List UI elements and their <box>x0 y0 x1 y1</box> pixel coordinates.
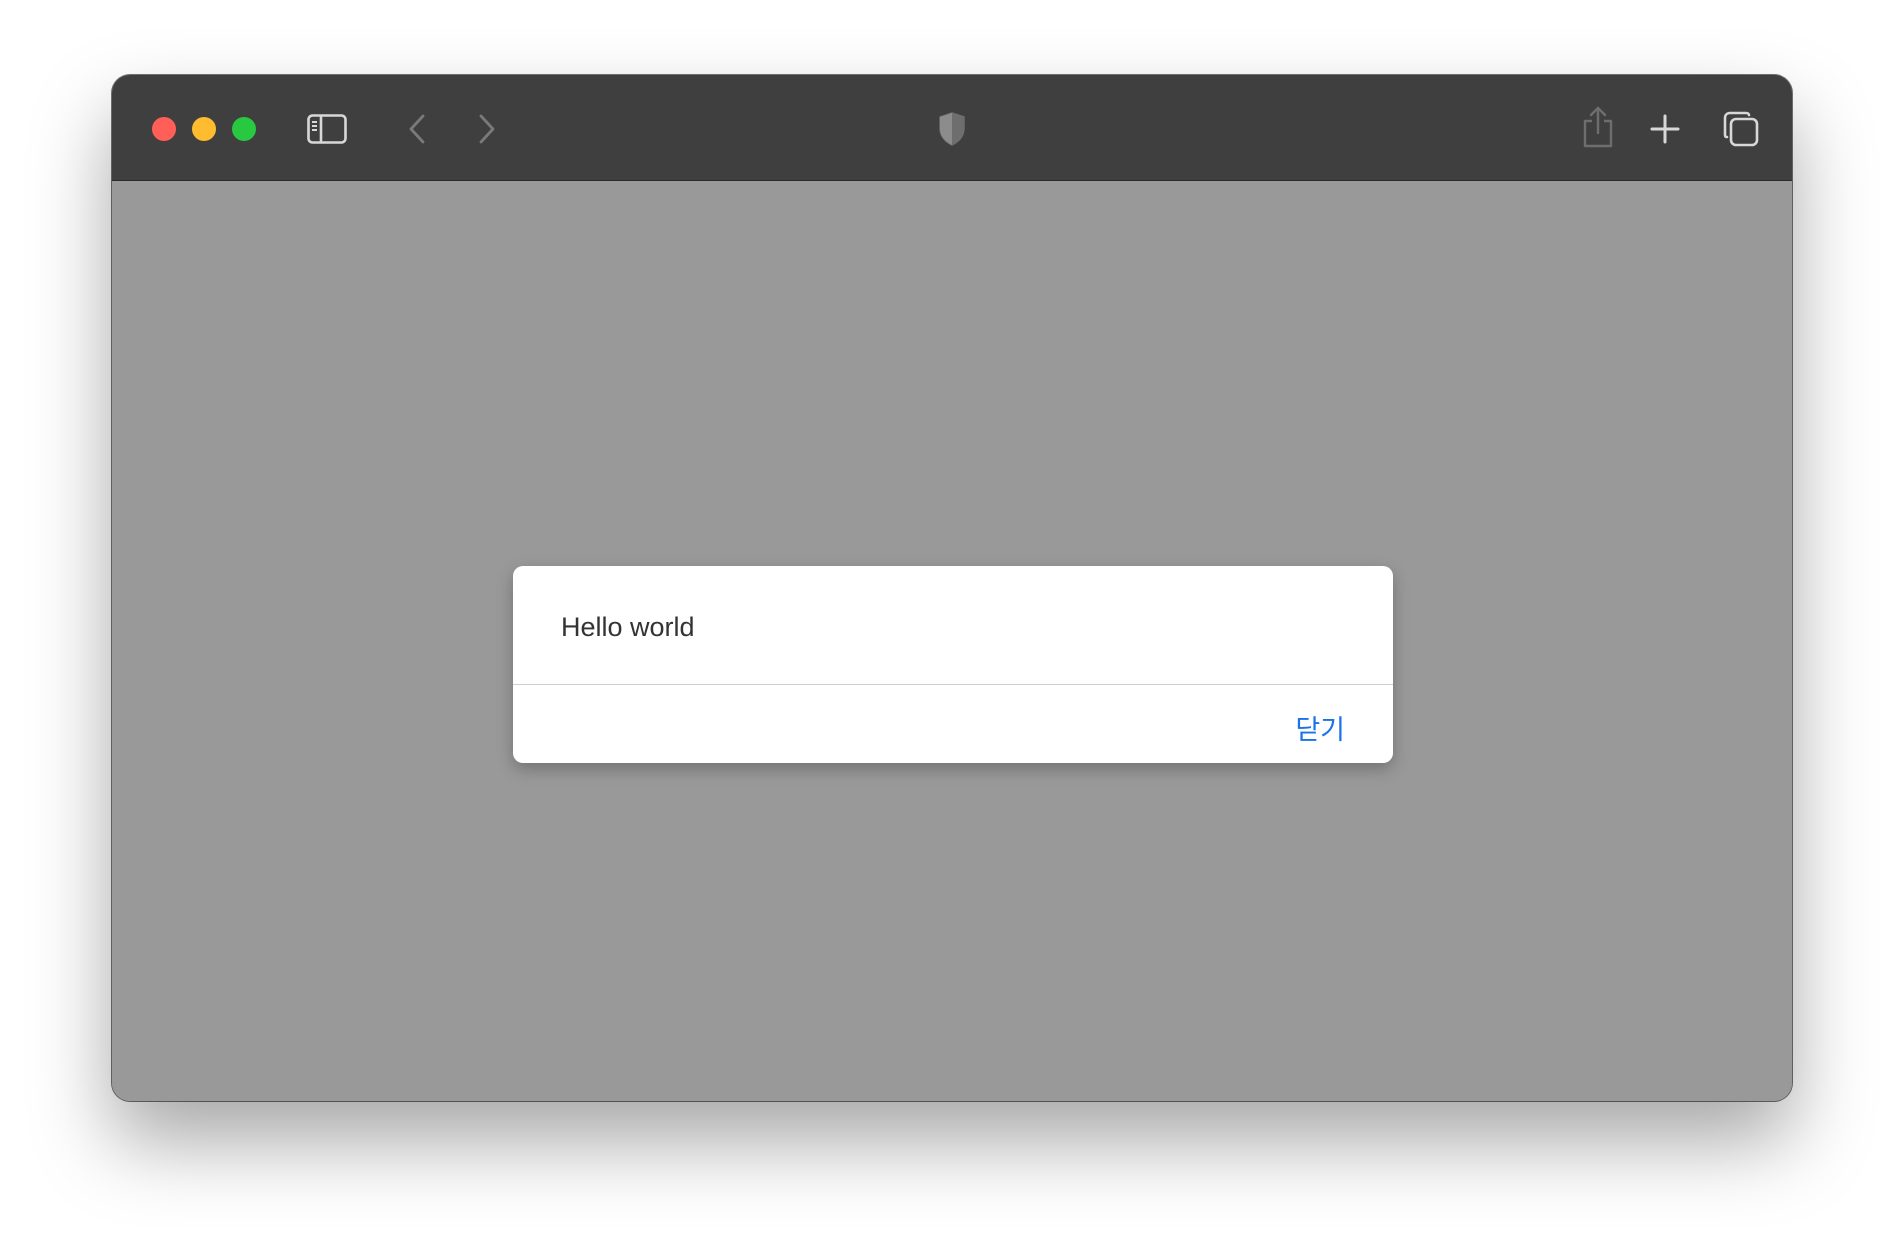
browser-window: Hello world 닫기 <box>112 75 1792 1101</box>
forward-button[interactable] <box>464 107 510 151</box>
privacy-report-button[interactable] <box>924 105 980 153</box>
tabs-overview-icon <box>1723 111 1759 147</box>
sidebar-icon <box>307 114 347 144</box>
new-tab-button[interactable] <box>1642 107 1688 151</box>
share-button[interactable] <box>1572 101 1624 153</box>
maximize-window-button[interactable] <box>232 117 256 141</box>
plus-icon <box>1650 114 1680 144</box>
chevron-right-icon <box>479 114 495 144</box>
shield-icon <box>939 112 965 146</box>
dialog-message: Hello world <box>561 612 695 642</box>
alert-dialog: Hello world 닫기 <box>513 566 1393 763</box>
tab-overview-button[interactable] <box>1716 105 1766 153</box>
browser-toolbar <box>112 75 1792 181</box>
sidebar-toggle-button[interactable] <box>304 107 350 151</box>
minimize-window-button[interactable] <box>192 117 216 141</box>
back-button[interactable] <box>394 107 440 151</box>
dialog-divider <box>513 684 1393 685</box>
chevron-left-icon <box>409 114 425 144</box>
close-window-button[interactable] <box>152 117 176 141</box>
share-icon <box>1583 106 1613 148</box>
page-content: Hello world 닫기 <box>112 181 1792 1101</box>
close-button[interactable]: 닫기 <box>1295 708 1345 747</box>
